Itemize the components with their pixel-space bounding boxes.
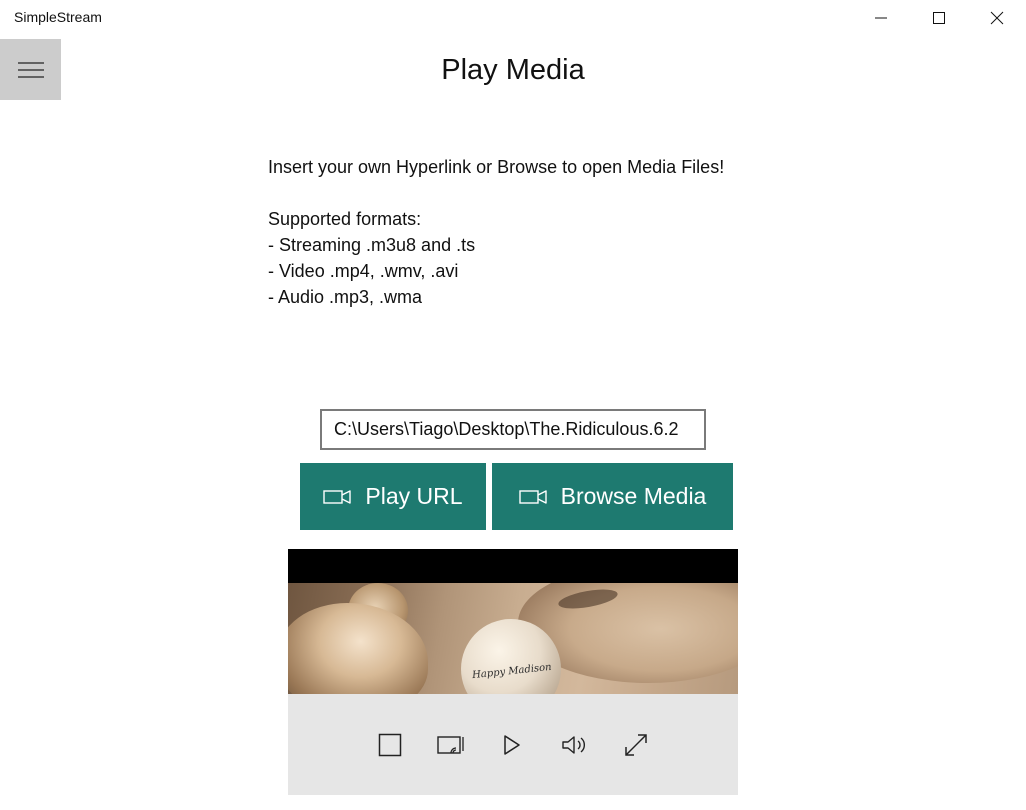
app-title: SimpleStream [14, 9, 102, 25]
media-player: Happy Madison [288, 549, 738, 795]
video-frame[interactable]: Happy Madison [288, 583, 738, 694]
intro-text: Insert your own Hyperlink or Browse to o… [268, 154, 724, 310]
play-url-label: Play URL [365, 483, 463, 509]
volume-icon [562, 736, 585, 754]
title-bar: SimpleStream [0, 0, 1026, 36]
format-item-video: - Video .mp4, .wmv, .avi [268, 261, 459, 281]
close-button[interactable] [968, 0, 1026, 36]
stop-icon [378, 733, 402, 757]
play-button[interactable] [497, 730, 527, 760]
video-camera-icon [518, 489, 547, 504]
maximize-button[interactable] [910, 0, 968, 36]
close-icon [990, 11, 1004, 25]
minimize-button[interactable] [852, 0, 910, 36]
cast-icon [437, 736, 464, 754]
url-input[interactable] [320, 409, 706, 450]
video-letterbox [288, 549, 738, 583]
play-url-button[interactable]: Play URL [300, 463, 486, 530]
browse-media-label: Browse Media [560, 483, 707, 509]
page-title: Play Media [441, 54, 585, 86]
cast-button[interactable] [436, 730, 466, 760]
stop-button[interactable] [375, 730, 405, 760]
format-item-streaming: - Streaming .m3u8 and .ts [268, 235, 476, 255]
video-camera-icon [323, 489, 352, 504]
play-icon [504, 735, 520, 755]
format-item-audio: - Audio .mp3, .wma [268, 287, 423, 307]
volume-button[interactable] [560, 730, 590, 760]
player-controls [288, 694, 738, 795]
browse-media-button[interactable]: Browse Media [492, 463, 733, 530]
intro-line: Insert your own Hyperlink or Browse to o… [268, 157, 725, 177]
formats-heading: Supported formats: [268, 209, 422, 229]
fullscreen-icon [625, 734, 647, 756]
maximize-icon [933, 12, 945, 24]
fullscreen-button[interactable] [621, 730, 651, 760]
minimize-icon [875, 17, 887, 19]
